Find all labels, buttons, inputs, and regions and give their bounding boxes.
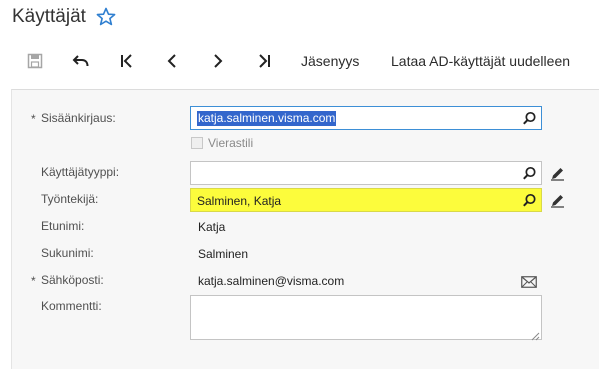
login-input[interactable]: katja.salminen.visma.com xyxy=(190,106,542,130)
last-record-button[interactable] xyxy=(253,42,275,80)
email-value[interactable]: katja.salminen@visma.com xyxy=(198,274,344,288)
user-form-panel: * Sisäänkirjaus: katja.salminen.visma.co… xyxy=(11,89,599,369)
first-record-icon xyxy=(119,53,135,69)
pencil-icon[interactable] xyxy=(550,193,565,208)
previous-icon xyxy=(166,53,178,69)
required-marker: * xyxy=(31,274,36,288)
reload-ad-users-label: Lataa AD-käyttäjät uudelleen xyxy=(391,53,571,69)
resize-handle-icon[interactable] xyxy=(530,328,540,341)
previous-button[interactable] xyxy=(161,42,183,80)
undo-button[interactable] xyxy=(70,42,92,80)
star-icon[interactable] xyxy=(96,7,116,27)
reload-ad-users-button[interactable]: Lataa AD-käyttäjät uudelleen xyxy=(391,42,587,80)
employee-value: Salminen, Katja xyxy=(197,194,282,208)
search-icon[interactable] xyxy=(522,166,537,181)
page-title: Käyttäjät xyxy=(12,6,86,27)
search-icon[interactable] xyxy=(522,111,537,126)
guest-account-label: Vierastili xyxy=(208,136,254,150)
toolbar: Jäsenyys Lataa AD-käyttäjät uudelleen xyxy=(0,42,599,80)
comment-textarea[interactable] xyxy=(190,295,542,341)
save-button[interactable] xyxy=(24,42,46,80)
first-name-label: Etunimi: xyxy=(41,219,85,233)
page-header: Käyttäjät xyxy=(0,0,599,36)
last-record-icon xyxy=(256,53,272,69)
employee-label: Työntekijä: xyxy=(41,192,99,206)
undo-icon xyxy=(72,54,90,68)
required-marker: * xyxy=(31,112,36,126)
last-name-value: Salminen xyxy=(198,247,249,261)
first-record-button[interactable] xyxy=(116,42,138,80)
first-name-value: Katja xyxy=(198,220,226,234)
comment-label: Kommentti: xyxy=(41,299,102,313)
save-icon xyxy=(27,53,43,69)
pencil-icon[interactable] xyxy=(550,166,565,181)
user-type-input[interactable] xyxy=(190,161,542,185)
last-name-label: Sukunimi: xyxy=(41,246,94,260)
membership-label: Jäsenyys xyxy=(301,53,360,69)
envelope-icon[interactable] xyxy=(521,275,537,288)
next-icon xyxy=(212,53,224,69)
user-type-label: Käyttäjätyyppi: xyxy=(41,165,120,179)
next-button[interactable] xyxy=(207,42,229,80)
search-icon[interactable] xyxy=(522,193,537,208)
email-label: Sähköposti: xyxy=(41,273,104,287)
guest-account-checkbox[interactable] xyxy=(191,137,203,149)
login-label: Sisäänkirjaus: xyxy=(41,111,116,125)
membership-button[interactable]: Jäsenyys xyxy=(301,42,365,80)
login-value: katja.salminen.visma.com xyxy=(197,111,337,126)
employee-input[interactable]: Salminen, Katja xyxy=(190,188,542,212)
